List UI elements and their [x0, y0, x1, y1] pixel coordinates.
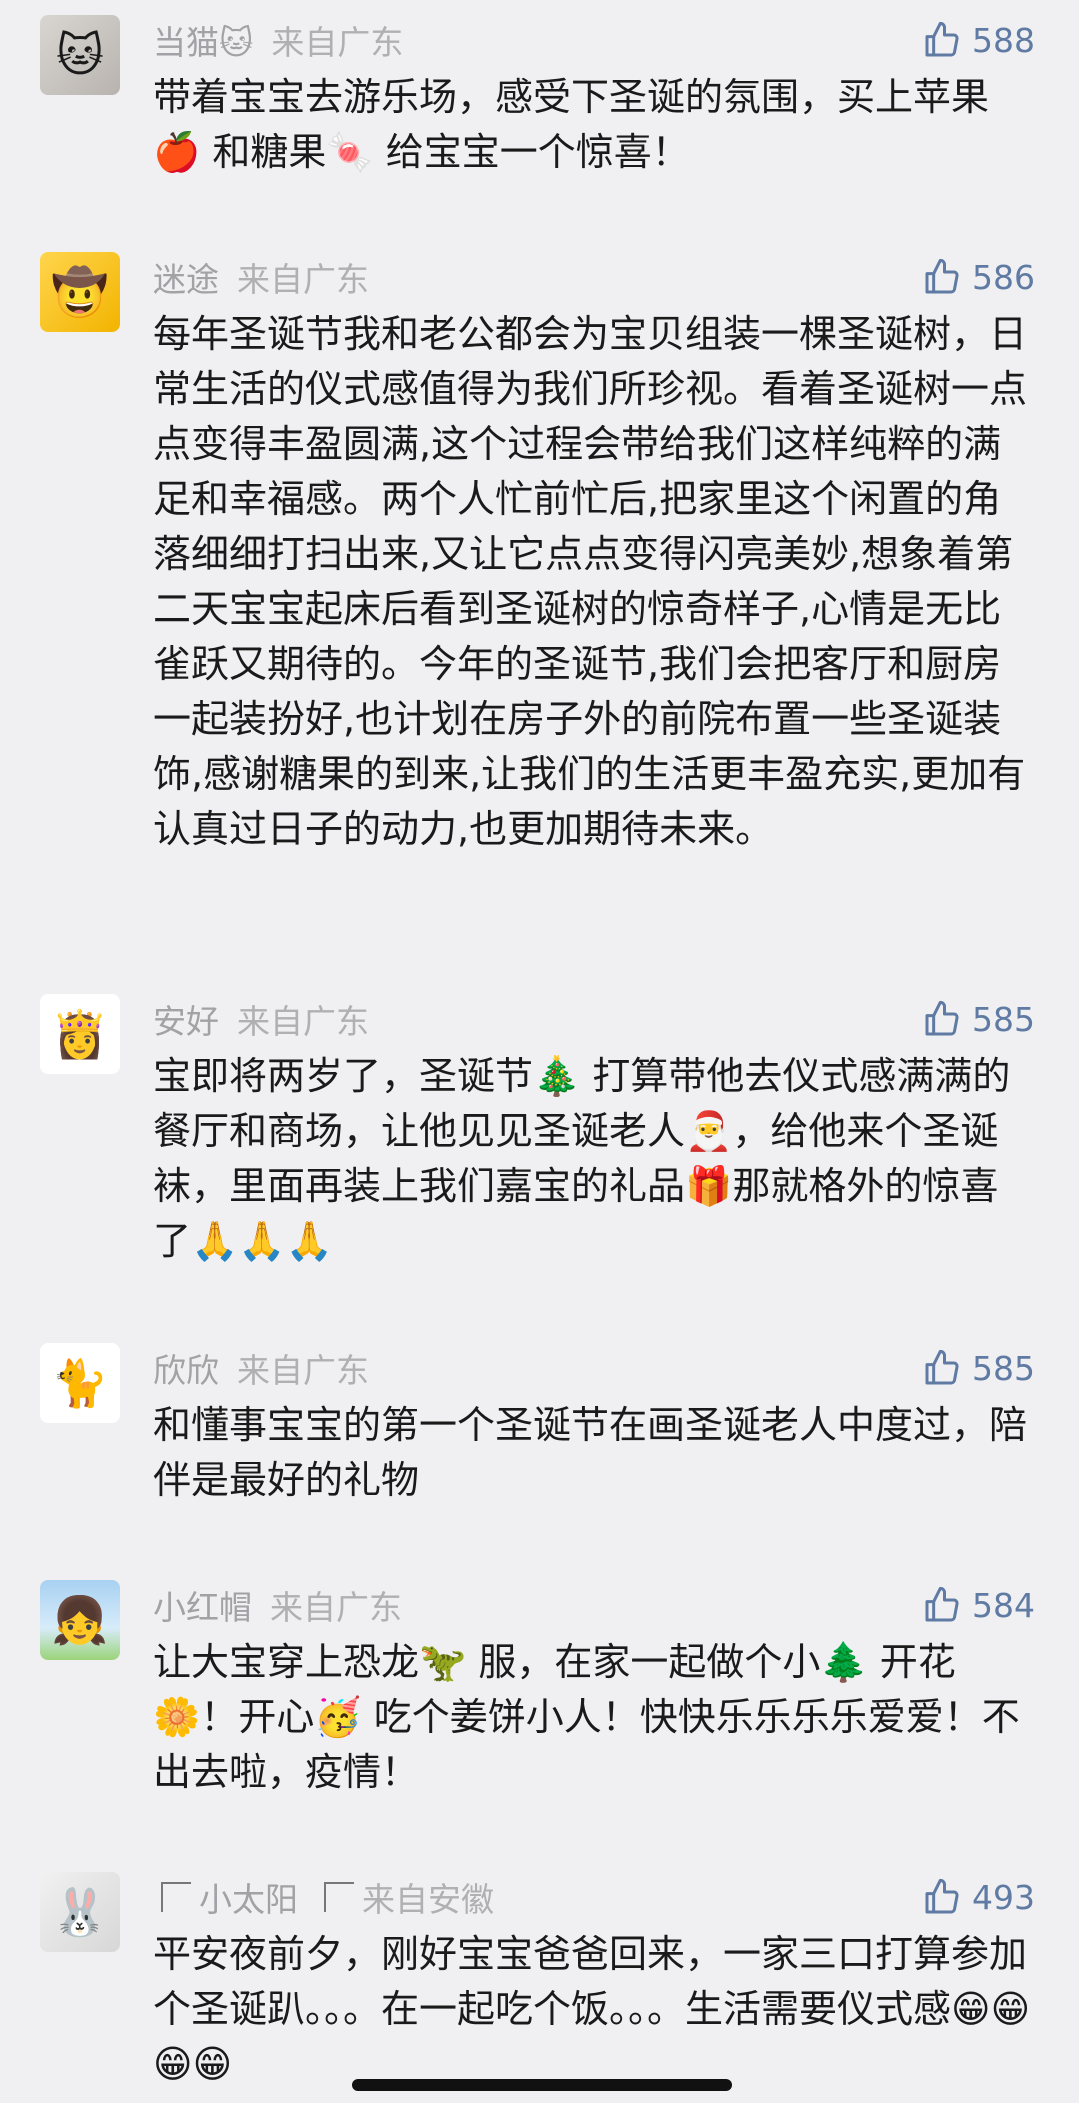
comment-text: 和懂事宝宝的第一个圣诞节在画圣诞老人中度过，陪伴是最好的礼物 [153, 1403, 1028, 1502]
comment-text: 每年圣诞节我和老公都会为宝贝组装一棵圣诞树，日常生活的仪式感值得为我们所珍视。看… [153, 312, 1028, 851]
like-button[interactable]: 585 [922, 994, 1035, 1044]
thumbs-up-icon [925, 1586, 959, 1622]
home-indicator[interactable] [352, 2079, 732, 2091]
nickname[interactable]: 欣欣 [153, 1344, 219, 1392]
like-count: 493 [972, 1877, 1035, 1917]
location: 来自安徽 [362, 1880, 494, 1919]
cat-avatar-icon[interactable]: 🐱 [40, 15, 120, 95]
bracket-icon [324, 1882, 354, 1912]
comment-text: 带着宝宝去游乐场，感受下圣诞的氛围，买上苹果🍎 和糖果🍬 给宝宝一个惊喜！ [153, 75, 990, 174]
like-count: 584 [972, 1585, 1035, 1625]
location: 来自广东 [270, 1588, 402, 1627]
location: 来自广东 [271, 23, 404, 62]
nickname[interactable]: 迷途 [153, 253, 219, 301]
nickname[interactable]: 当猫🐱 [153, 16, 253, 64]
location: 来自广东 [237, 1351, 369, 1390]
thumbs-up-icon [925, 21, 959, 57]
like-count: 586 [972, 257, 1035, 297]
like-count: 585 [972, 1348, 1035, 1388]
hello-kitty-avatar-icon[interactable]: 🐈 [40, 1343, 120, 1423]
like-count: 588 [972, 20, 1035, 60]
thumbs-up-icon [925, 1349, 959, 1385]
rabbit-avatar-icon[interactable]: 🐰 [40, 1872, 120, 1952]
red-hood-avatar-icon[interactable]: 👧 [40, 1580, 120, 1660]
thumbs-up-icon [925, 1000, 959, 1036]
location: 来自广东 [237, 260, 369, 299]
nickname[interactable]: 小太阳 [199, 1873, 298, 1921]
kids-avatar-icon[interactable]: 🤠 [40, 252, 120, 332]
thumbs-up-icon [925, 258, 959, 294]
nickname[interactable]: 小红帽 [153, 1581, 252, 1629]
bracket-icon [161, 1882, 191, 1912]
location: 来自广东 [237, 1002, 369, 1041]
comment-text: 让大宝穿上恐龙🦖 服，在家一起做个小🌲 开花🌼！开心🥳 吃个姜饼小人！快快乐乐乐… [153, 1640, 1020, 1794]
comment-meta: 小红帽 来自广东 [153, 1580, 402, 1630]
comment-text: 平安夜前夕，刚好宝宝爸爸回来，一家三口打算参加个圣诞趴。。。在一起吃个饭。。。生… [153, 1932, 1031, 2086]
like-button[interactable]: 493 [922, 1872, 1035, 1922]
comment-meta: 欣欣 来自广东 [153, 1343, 369, 1393]
like-button[interactable]: 584 [922, 1580, 1035, 1630]
comment-meta: 安好 来自广东 [153, 994, 369, 1044]
princess-avatar-icon[interactable]: 👸 [40, 994, 120, 1074]
like-button[interactable]: 586 [922, 252, 1035, 302]
comment-text: 宝即将两岁了，圣诞节🎄 打算带他去仪式感满满的餐厅和商场，让他见见圣诞老人🎅，给… [153, 1054, 1011, 1263]
comment-meta: 迷途 来自广东 [153, 252, 369, 302]
comment-meta: 当猫🐱 来自广东 [153, 15, 403, 65]
comment-meta: 小太阳 来自安徽 [153, 1872, 494, 1922]
thumbs-up-icon [925, 1878, 959, 1914]
like-button[interactable]: 588 [922, 15, 1035, 65]
like-button[interactable]: 585 [922, 1343, 1035, 1393]
like-count: 585 [972, 999, 1035, 1039]
nickname[interactable]: 安好 [153, 995, 219, 1043]
